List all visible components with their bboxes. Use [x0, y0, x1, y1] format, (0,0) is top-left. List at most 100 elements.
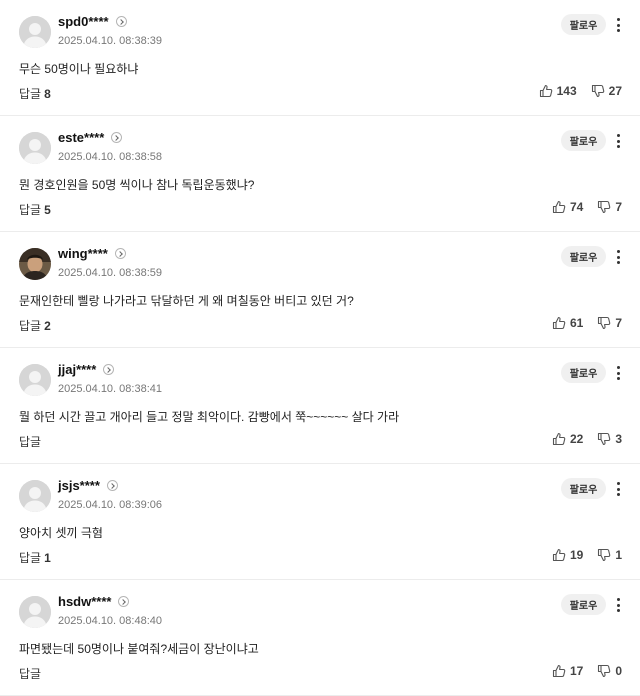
comment-date: 2025.04.10. 08:38:58: [58, 151, 162, 163]
thumbs-down-icon[interactable]: [597, 316, 611, 330]
avatar[interactable]: [19, 596, 51, 628]
avatar[interactable]: [19, 16, 51, 48]
vote-bar: 143 27: [539, 84, 622, 98]
thumbs-down-icon[interactable]: [597, 664, 611, 678]
username-link[interactable]: este****: [58, 130, 123, 145]
more-options-icon[interactable]: [612, 364, 624, 382]
more-options-icon[interactable]: [612, 596, 624, 614]
reply-label[interactable]: 답글: [19, 319, 41, 333]
avatar[interactable]: [19, 480, 51, 512]
reply-count[interactable]: 8: [44, 87, 51, 101]
like-button[interactable]: 143: [539, 84, 577, 98]
dislike-count[interactable]: 27: [609, 84, 622, 98]
vote-bar: 61 7: [552, 316, 622, 330]
avatar[interactable]: [19, 132, 51, 164]
chevron-right-icon[interactable]: [111, 132, 123, 143]
username-link[interactable]: jsjs****: [58, 478, 118, 493]
like-button[interactable]: 74: [552, 200, 583, 214]
more-options-icon[interactable]: [612, 16, 624, 34]
reply-count[interactable]: 1: [44, 551, 51, 565]
reply-label[interactable]: 답글: [19, 203, 41, 217]
like-count[interactable]: 143: [557, 84, 577, 98]
reply-button[interactable]: 답글 8: [19, 85, 51, 102]
username-link[interactable]: jjaj****: [58, 362, 115, 377]
reply-label[interactable]: 답글: [19, 667, 41, 681]
comment-item: spd0**** 2025.04.10. 08:38:39 팔로우 무슨 50명…: [0, 0, 640, 116]
dislike-count[interactable]: 1: [615, 548, 622, 562]
follow-button[interactable]: 팔로우: [561, 478, 606, 499]
dislike-button[interactable]: 27: [591, 84, 622, 98]
like-button[interactable]: 17: [552, 664, 583, 678]
username-link[interactable]: wing****: [58, 246, 126, 261]
comment-item: jsjs**** 2025.04.10. 08:39:06 팔로우 양아치 셋끼…: [0, 464, 640, 580]
chevron-right-icon[interactable]: [103, 364, 115, 375]
username[interactable]: spd0****: [58, 14, 109, 29]
thumbs-up-icon[interactable]: [552, 548, 566, 562]
comment-text: 문재인한테 삘랑 나가라고 닦달하던 게 왜 며칠동안 버티고 있던 거?: [19, 294, 354, 308]
dislike-count[interactable]: 7: [615, 316, 622, 330]
follow-button[interactable]: 팔로우: [561, 14, 606, 35]
reply-label[interactable]: 답글: [19, 87, 41, 101]
reply-button[interactable]: 답글 1: [19, 549, 51, 566]
username[interactable]: jjaj****: [58, 362, 96, 377]
username[interactable]: wing****: [58, 246, 108, 261]
dislike-button[interactable]: 1: [597, 548, 622, 562]
comment-text: 양아치 셋끼 극혐: [19, 526, 103, 540]
like-button[interactable]: 22: [552, 432, 583, 446]
thumbs-down-icon[interactable]: [597, 548, 611, 562]
username[interactable]: jsjs****: [58, 478, 100, 493]
like-count[interactable]: 17: [570, 664, 583, 678]
like-count[interactable]: 22: [570, 432, 583, 446]
chevron-right-icon[interactable]: [115, 16, 127, 27]
avatar[interactable]: [19, 364, 51, 396]
comment-text: 무슨 50명이나 필요하냐: [19, 62, 139, 76]
thumbs-up-icon[interactable]: [552, 200, 566, 214]
thumbs-up-icon[interactable]: [552, 432, 566, 446]
thumbs-down-icon[interactable]: [591, 84, 605, 98]
chevron-right-icon[interactable]: [106, 480, 118, 491]
chevron-right-icon[interactable]: [114, 248, 126, 259]
dislike-button[interactable]: 3: [597, 432, 622, 446]
reply-label[interactable]: 답글: [19, 435, 41, 449]
reply-label[interactable]: 답글: [19, 551, 41, 565]
reply-button[interactable]: 답글: [19, 433, 44, 450]
username-link[interactable]: hsdw****: [58, 594, 130, 609]
username-link[interactable]: spd0****: [58, 14, 127, 29]
reply-button[interactable]: 답글: [19, 665, 44, 682]
thumbs-up-icon[interactable]: [539, 84, 553, 98]
like-button[interactable]: 19: [552, 548, 583, 562]
follow-button[interactable]: 팔로우: [561, 130, 606, 151]
more-options-icon[interactable]: [612, 248, 624, 266]
thumbs-down-icon[interactable]: [597, 200, 611, 214]
dislike-button[interactable]: 0: [597, 664, 622, 678]
more-options-icon[interactable]: [612, 132, 624, 150]
dislike-count[interactable]: 0: [615, 664, 622, 678]
follow-button[interactable]: 팔로우: [561, 594, 606, 615]
reply-count[interactable]: 5: [44, 203, 51, 217]
comment-item: wing**** 2025.04.10. 08:38:59 팔로우 문재인한테 …: [0, 232, 640, 348]
thumbs-up-icon[interactable]: [552, 316, 566, 330]
dislike-button[interactable]: 7: [597, 316, 622, 330]
like-count[interactable]: 19: [570, 548, 583, 562]
like-count[interactable]: 61: [570, 316, 583, 330]
reply-count[interactable]: 2: [44, 319, 51, 333]
reply-button[interactable]: 답글 2: [19, 317, 51, 334]
more-options-icon[interactable]: [612, 480, 624, 498]
comment-item: este**** 2025.04.10. 08:38:58 팔로우 뭔 경호인원…: [0, 116, 640, 232]
vote-bar: 17 0: [552, 664, 622, 678]
dislike-count[interactable]: 7: [615, 200, 622, 214]
default-avatar-icon: [19, 132, 51, 164]
follow-button[interactable]: 팔로우: [561, 246, 606, 267]
thumbs-up-icon[interactable]: [552, 664, 566, 678]
avatar[interactable]: [19, 248, 51, 280]
follow-button[interactable]: 팔로우: [561, 362, 606, 383]
dislike-count[interactable]: 3: [615, 432, 622, 446]
username[interactable]: este****: [58, 130, 104, 145]
chevron-right-icon[interactable]: [118, 596, 130, 607]
like-count[interactable]: 74: [570, 200, 583, 214]
like-button[interactable]: 61: [552, 316, 583, 330]
reply-button[interactable]: 답글 5: [19, 201, 51, 218]
dislike-button[interactable]: 7: [597, 200, 622, 214]
thumbs-down-icon[interactable]: [597, 432, 611, 446]
username[interactable]: hsdw****: [58, 594, 111, 609]
